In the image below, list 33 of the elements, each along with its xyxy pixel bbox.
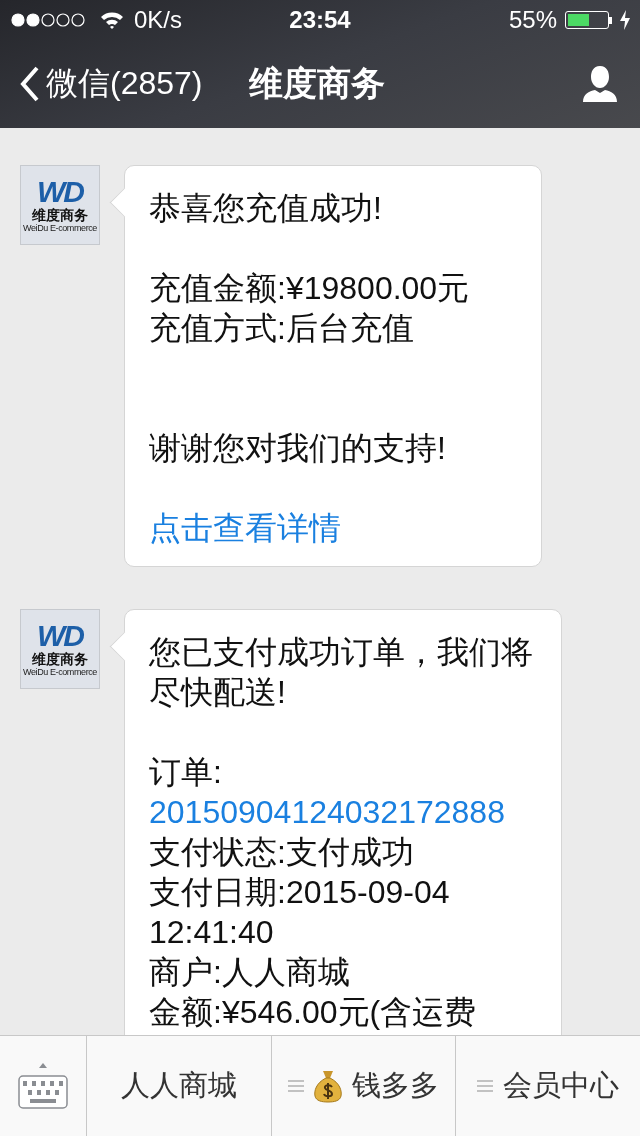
avatar[interactable]: WD 维度商务 WeiDu E-commerce	[20, 165, 100, 245]
menu-button[interactable]: 人人商城	[87, 1036, 272, 1136]
battery-percent: 55%	[508, 6, 557, 34]
message-link[interactable]: 20150904124032172888	[149, 792, 537, 832]
message-text: 订单:	[149, 753, 223, 792]
logo-name: 维度商务	[32, 207, 88, 223]
keyboard-icon	[17, 1062, 69, 1110]
message-text: 支付状态:支付成功	[149, 833, 415, 872]
message-text: 商户:人人商城	[149, 953, 351, 992]
logo-letters: WD	[37, 177, 83, 207]
message-text: 您已支付成功订单，我们将尽快配送!	[149, 633, 534, 712]
person-icon[interactable]	[580, 64, 620, 104]
back-chevron-icon	[20, 66, 40, 102]
logo-tagline: WeiDu E-commerce	[23, 223, 97, 233]
message-text: 金额:¥546.00元(含运费	[149, 993, 478, 1032]
message-text: 支付日期:2015-09-04 12:41:40	[149, 873, 451, 952]
chat-title: 维度商务	[249, 63, 385, 104]
logo-tagline: WeiDu E-commerce	[23, 667, 97, 677]
status-time: 23:54	[289, 6, 351, 34]
logo-name: 维度商务	[32, 651, 88, 667]
network-speed: 0K/s	[134, 6, 183, 34]
message-text: 充值方式:后台充值	[149, 309, 415, 348]
logo-letters: WD	[37, 621, 83, 651]
menu-button[interactable]: 会员中心	[456, 1036, 640, 1136]
battery-icon	[565, 11, 612, 29]
menu-button[interactable]: 钱多多	[271, 1036, 457, 1136]
message-text: 谢谢您对我们的支持!	[149, 429, 447, 468]
avatar[interactable]: WD 维度商务 WeiDu E-commerce	[20, 609, 100, 689]
message-text: 恭喜您充值成功!	[149, 189, 383, 228]
back-button[interactable]: 微信(2857)	[20, 62, 203, 106]
message-text: 充值金额:¥19800.00元	[149, 269, 471, 308]
message-link[interactable]: 点击查看详情	[149, 508, 517, 548]
wifi-icon	[100, 11, 124, 29]
